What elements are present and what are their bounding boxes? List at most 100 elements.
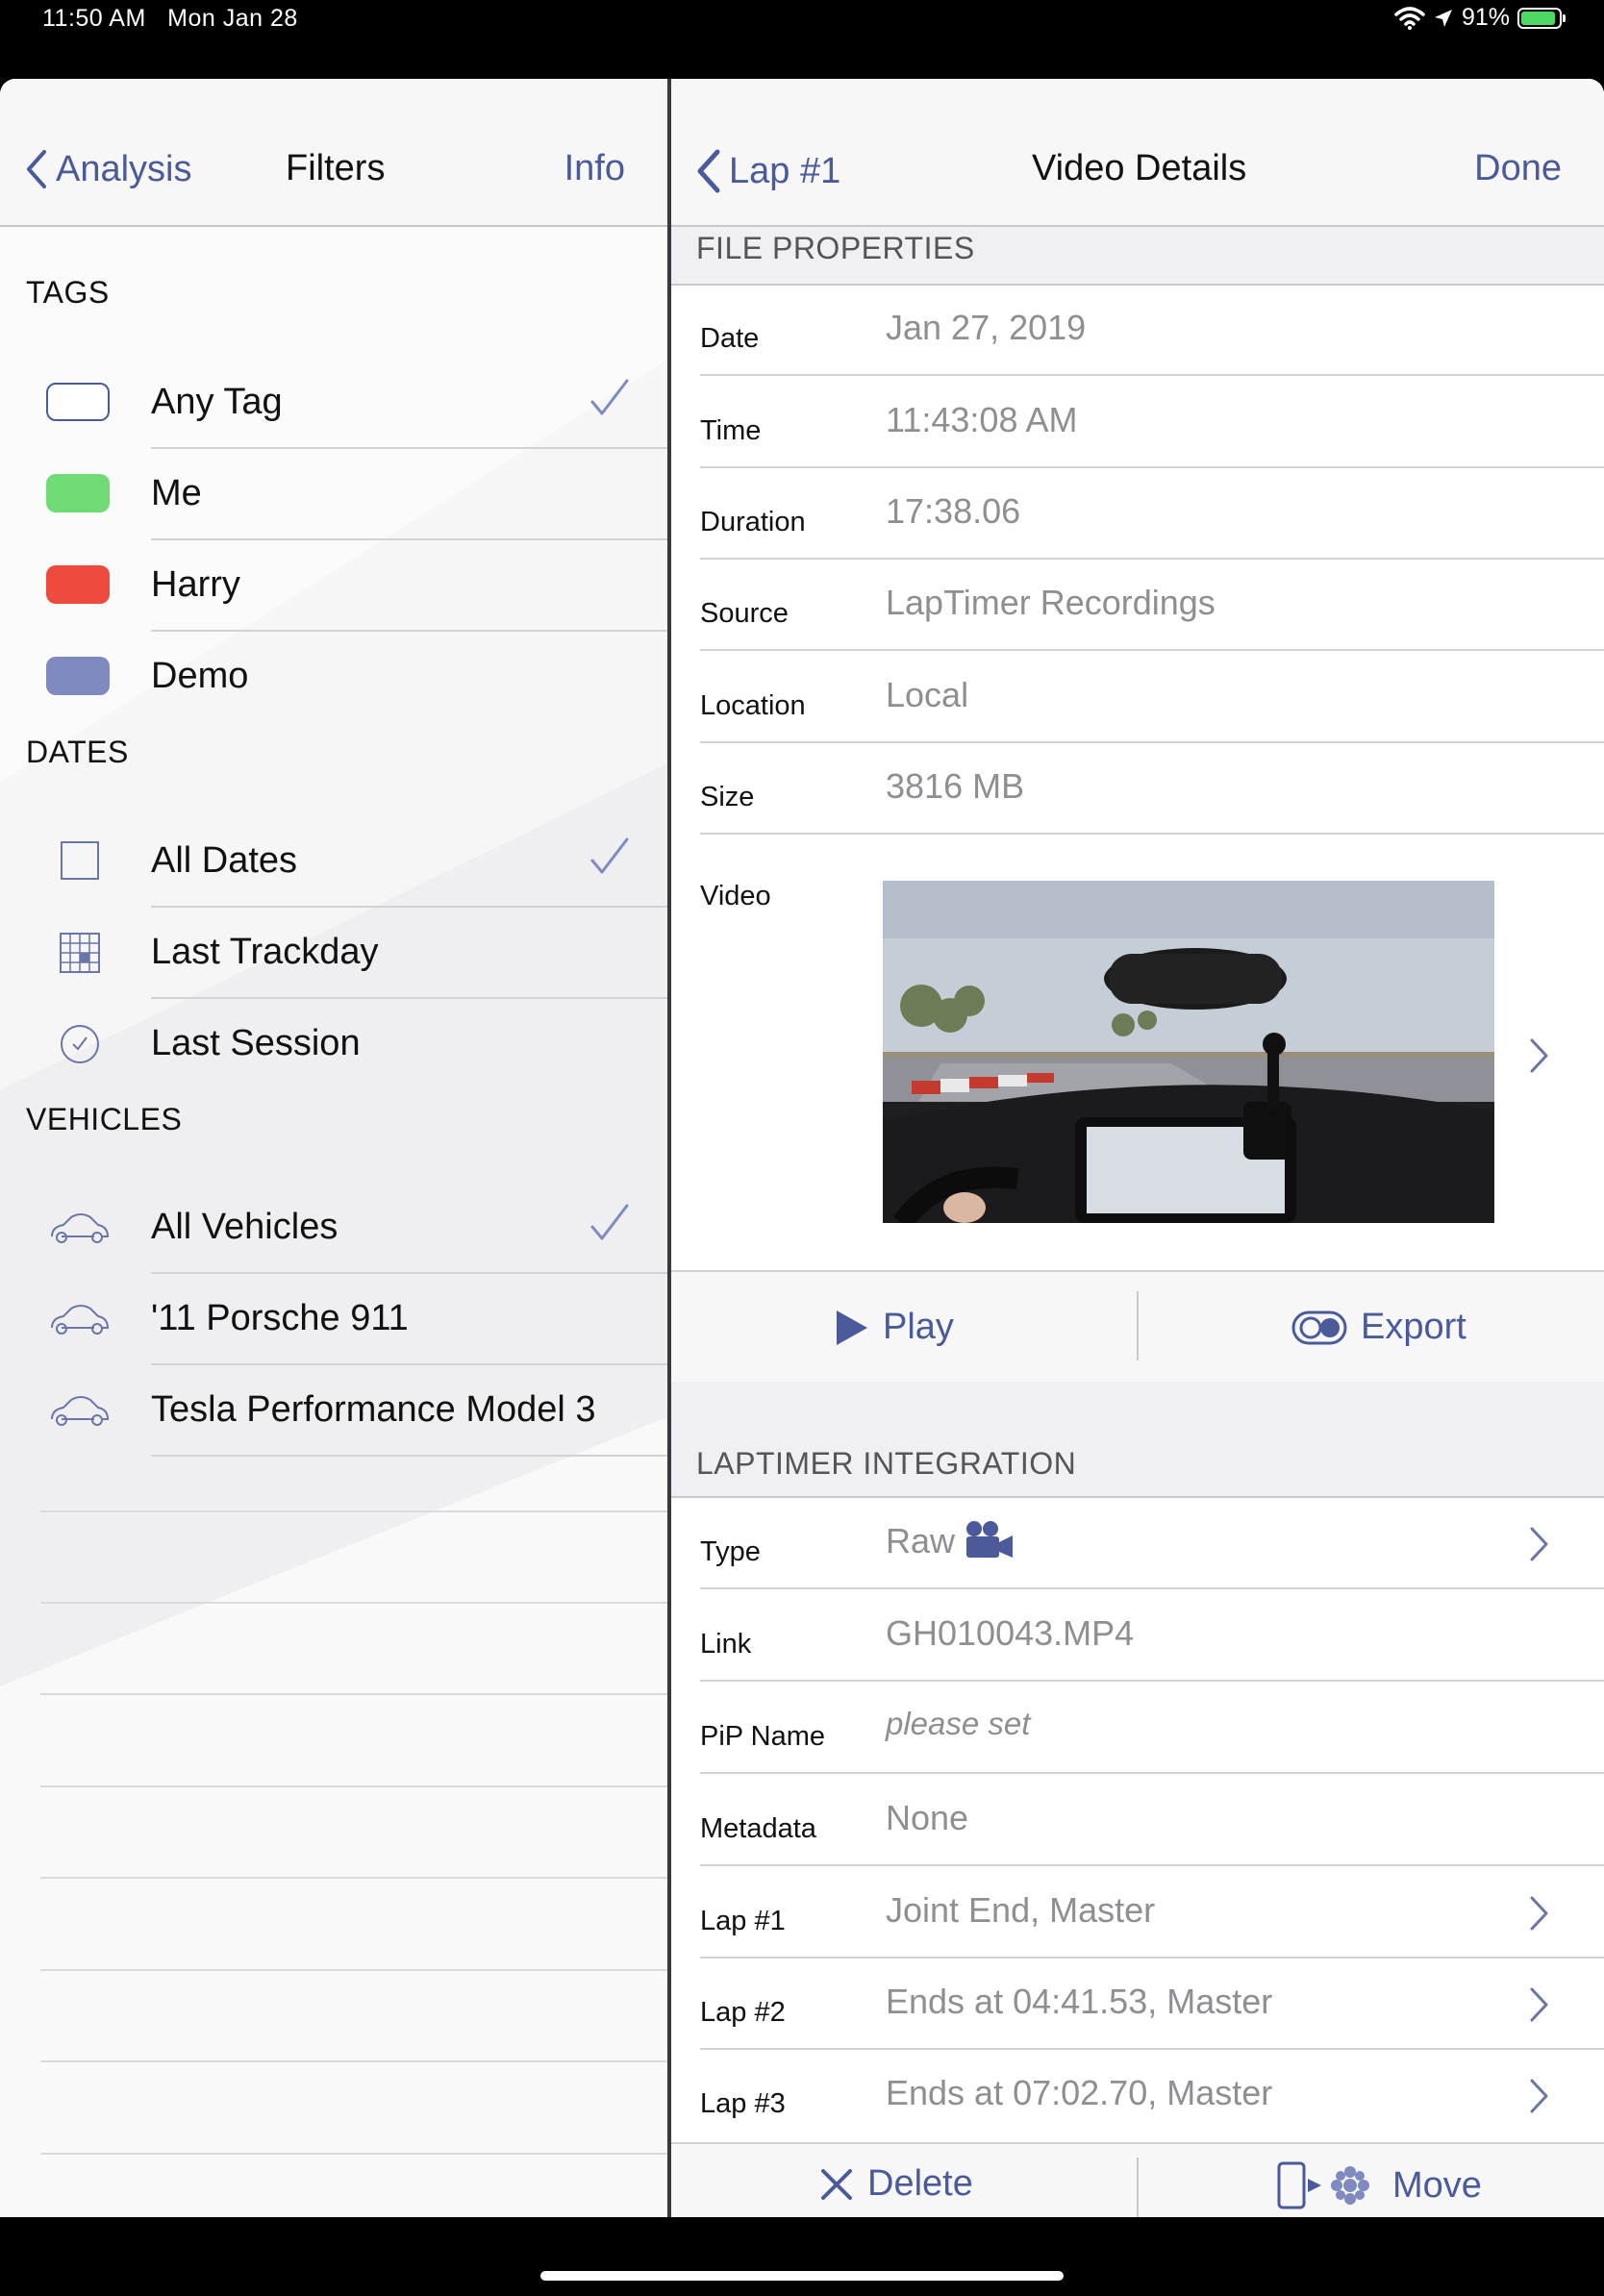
prop-value: Joint End, Master (886, 1890, 1156, 1930)
prop-value: GH010043.MP4 (886, 1613, 1135, 1653)
vehicle-row-tesla[interactable]: Tesla Performance Model 3 (0, 1365, 667, 1457)
empty-row-line (40, 1602, 667, 1604)
tag-label: Any Tag (151, 382, 283, 422)
prop-value: None (886, 1798, 969, 1837)
empty-row-line (40, 1969, 667, 1971)
tag-row-any[interactable]: Any Tag (0, 358, 667, 449)
empty-row-line (40, 1693, 667, 1695)
video-details-pane: Lap #1 Video Details Done FILE PROPERTIE… (671, 79, 1604, 2217)
integ-link: Link GH010043.MP4 (671, 1590, 1604, 1682)
tag-row-me[interactable]: Me (0, 449, 667, 540)
tag-row-harry[interactable]: Harry (0, 540, 667, 632)
row-separator (700, 374, 1604, 376)
chevron-left-icon (697, 149, 720, 193)
vehicles-header: VEHICLES (26, 1102, 183, 1136)
home-indicator[interactable] (540, 2271, 1064, 2281)
tag-row-demo[interactable]: Demo (0, 632, 667, 723)
chevron-right-icon (1530, 2079, 1548, 2113)
export-button[interactable]: Export (1291, 1307, 1466, 1348)
move-button[interactable]: Move (1275, 2161, 1482, 2209)
back-label: Analysis (56, 148, 192, 189)
done-button[interactable]: Done (1474, 148, 1562, 189)
vehicle-row-porsche[interactable]: '11 Porsche 911 (0, 1274, 667, 1365)
integ-type[interactable]: Type Raw (671, 1498, 1604, 1589)
video-thumbnail[interactable] (883, 881, 1494, 1223)
row-separator (700, 1587, 1604, 1589)
prop-key: Type (700, 1536, 761, 1567)
tag-swatch-container (46, 657, 112, 697)
integ-metadata: Metadata None (671, 1775, 1604, 1866)
prop-key: Location (700, 690, 806, 721)
filters-pane: Analysis Filters Info TAGS Any Tag Me Ha… (0, 79, 667, 2217)
video-label: Video (700, 881, 771, 911)
chevron-left-icon (27, 150, 46, 188)
empty-row-line (40, 2153, 667, 2155)
prop-key: Lap #3 (700, 2088, 786, 2119)
row-separator (700, 1772, 1604, 1774)
prop-key: Lap #1 (700, 1906, 786, 1936)
prop-value: LapTimer Recordings (886, 583, 1216, 622)
prop-location: Location Local (671, 652, 1604, 743)
back-button-lap[interactable]: Lap #1 (694, 148, 840, 194)
bottom-area (0, 2217, 1604, 2296)
square-icon (61, 841, 99, 880)
integ-lap-2[interactable]: Lap #2 Ends at 04:41.53, Master (671, 1959, 1604, 2050)
prop-key: Size (700, 782, 755, 812)
status-clock: 11:50 AM (42, 5, 146, 32)
tag-label: Harry (151, 564, 240, 605)
date-row-last-trackday[interactable]: Last Trackday (0, 908, 667, 999)
play-icon (837, 1310, 867, 1345)
date-row-last-session[interactable]: Last Session (0, 999, 667, 1090)
integ-lap-3[interactable]: Lap #3 Ends at 07:02.70, Master (671, 2050, 1604, 2141)
info-button[interactable]: Info (564, 148, 625, 189)
car-icon (51, 1396, 110, 1426)
prop-value: 3816 MB (886, 766, 1025, 806)
prop-value: Jan 27, 2019 (886, 308, 1087, 347)
play-label: Play (883, 1307, 954, 1347)
row-separator (700, 1680, 1604, 1682)
chevron-right-icon[interactable] (1527, 1036, 1552, 1075)
prop-key: Source (700, 598, 789, 629)
play-button[interactable]: Play (835, 1307, 954, 1348)
video-details-title: Video Details (1032, 148, 1247, 188)
prop-value: 17:38.06 (886, 491, 1021, 531)
video-frame-image (883, 881, 1494, 1223)
prop-key: Time (700, 415, 762, 446)
integ-lap-1[interactable]: Lap #1 Joint End, Master (671, 1867, 1604, 1959)
delete-button[interactable]: Delete (819, 2163, 973, 2205)
row-separator (700, 833, 1604, 835)
prop-key: Metadata (700, 1813, 816, 1844)
file-properties-header: FILE PROPERTIES (696, 231, 975, 265)
date-label: All Dates (151, 840, 298, 881)
pip-name-placeholder: please set (886, 1706, 1031, 1741)
battery-percent: 91% (1461, 4, 1510, 31)
integ-pip-name[interactable]: PiP Name please set (671, 1683, 1604, 1774)
empty-row-line (40, 2060, 667, 2062)
back-button-analysis[interactable]: Analysis (23, 148, 192, 190)
move-label: Move (1392, 2164, 1482, 2206)
back-label: Lap #1 (729, 150, 841, 191)
prop-key: Lap #2 (700, 1997, 786, 2028)
export-icon (1291, 1310, 1347, 1344)
location-arrow-icon (1434, 9, 1452, 27)
tag-label: Demo (151, 656, 249, 696)
chevron-right-icon (1530, 1527, 1548, 1561)
vehicle-row-all[interactable]: All Vehicles (0, 1183, 667, 1274)
tag-swatch-demo (46, 657, 110, 695)
prop-key: PiP Name (700, 1721, 826, 1752)
vehicle-label: '11 Porsche 911 (151, 1298, 409, 1338)
dates-header: DATES (26, 735, 129, 769)
checkmark-icon (590, 837, 629, 874)
row-separator (151, 1455, 667, 1457)
tags-header: TAGS (26, 275, 110, 310)
integration-header: LAPTIMER INTEGRATION (696, 1446, 1077, 1481)
checkmark-icon (590, 379, 629, 415)
prop-value: Ends at 07:02.70, Master (886, 2073, 1273, 2112)
vehicle-label: All Vehicles (151, 1207, 338, 1247)
date-row-all[interactable]: All Dates (0, 816, 667, 908)
filters-nav-bar: Analysis Filters Info (0, 79, 667, 227)
chevron-right-icon (1530, 1896, 1548, 1931)
tag-swatch-container (46, 474, 112, 514)
button-separator (1137, 2158, 1139, 2217)
prop-value: Raw (886, 1521, 956, 1560)
